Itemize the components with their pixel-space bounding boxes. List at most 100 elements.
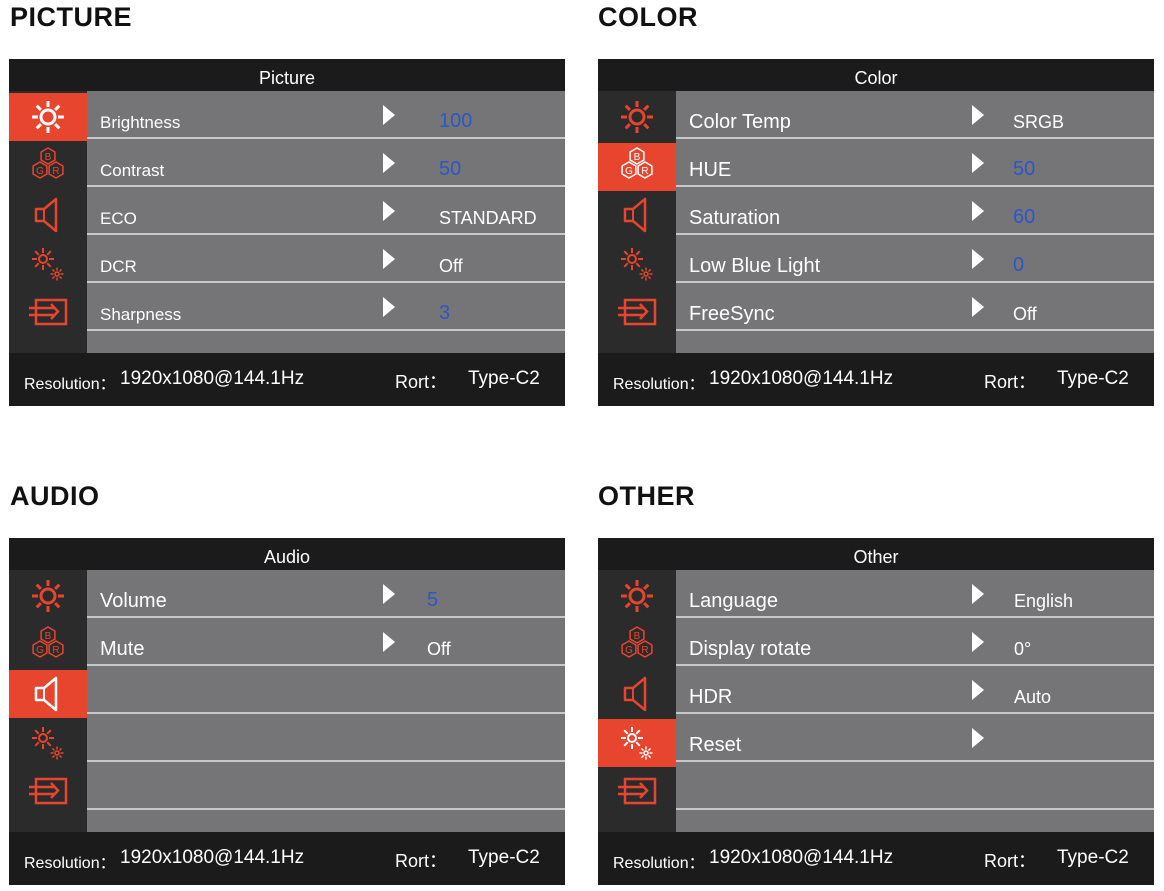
- menu-row[interactable]: Low Blue Light 0: [676, 235, 1154, 283]
- resolution-label: Resolution：: [24, 376, 116, 393]
- right-arrow-icon: [972, 584, 984, 604]
- sidebar-tab-sun[interactable]: [598, 572, 676, 620]
- menu-row-value: 0: [1013, 254, 1025, 276]
- sidebar-tab-rgb[interactable]: BGR: [9, 143, 87, 191]
- sidebar-tab-input-source[interactable]: [9, 767, 87, 815]
- osd-sidebar: BGR: [598, 570, 676, 832]
- sidebar-tab-input-source[interactable]: [598, 767, 676, 815]
- menu-row[interactable]: Reset: [676, 714, 1154, 762]
- osd-menu: Audio B G R Volume 5 Mute Off Resolution： 1920x10…: [9, 538, 565, 885]
- menu-row[interactable]: DCR Off: [87, 235, 565, 283]
- menu-row-value: SRGB: [1013, 112, 1065, 132]
- menu-row[interactable]: Volume 5: [87, 570, 565, 618]
- menu-row[interactable]: HDR Auto: [676, 666, 1154, 714]
- right-arrow-icon: [383, 249, 395, 269]
- menu-row[interactable]: FreeSync Off: [676, 283, 1154, 331]
- empty-row: [87, 714, 565, 762]
- menu-row[interactable]: Display rotate 0°: [676, 618, 1154, 666]
- osd-footer: Resolution： 1920x1080@144.1Hz Rort： Type-C2: [9, 353, 565, 406]
- speaker-icon: [619, 196, 655, 234]
- menu-row[interactable]: Saturation 60: [676, 187, 1154, 235]
- menu-row[interactable]: Contrast 50: [87, 139, 565, 187]
- menu-row[interactable]: ECO STANDARD: [87, 187, 565, 235]
- empty-row: [87, 762, 565, 810]
- menu-row[interactable]: Sharpness 3: [87, 283, 565, 331]
- right-arrow-icon: [972, 249, 984, 269]
- menu-row[interactable]: Mute Off: [87, 618, 565, 666]
- menu-row-label: Volume: [100, 590, 167, 612]
- menu-row[interactable]: HUE 50: [676, 139, 1154, 187]
- menu-row-value: Off: [427, 639, 451, 659]
- right-arrow-icon: [972, 201, 984, 221]
- input-source-icon: [27, 776, 69, 806]
- sidebar-tab-rgb[interactable]: BGR: [598, 622, 676, 670]
- menu-row[interactable]: Brightness 100: [87, 91, 565, 139]
- menu-row-label: Sharpness: [100, 305, 182, 324]
- rgb-icon: BGR: [30, 146, 66, 188]
- menu-row-label: Language: [689, 590, 778, 612]
- input-source-icon: [616, 297, 658, 327]
- osd-content: Brightness 100 Contrast 50 ECO STANDARD DCR Off…: [87, 91, 565, 353]
- sidebar-tab-settings-gear[interactable]: [9, 240, 87, 288]
- right-arrow-icon: [383, 297, 395, 317]
- osd-menu: Other B G R Language English Display rotate 0° H…: [598, 538, 1154, 885]
- menu-row-label: Color Temp: [689, 111, 791, 133]
- osd-sidebar: BGR: [9, 91, 87, 353]
- sidebar-tab-speaker[interactable]: [598, 670, 676, 718]
- svg-text:G: G: [625, 645, 633, 656]
- sidebar-tab-sun[interactable]: [598, 93, 676, 141]
- right-arrow-icon: [383, 105, 395, 125]
- port-label: Rort：: [984, 851, 1037, 871]
- resolution-label: Resolution：: [613, 376, 705, 393]
- right-arrow-icon: [383, 201, 395, 221]
- sidebar-tab-speaker[interactable]: [9, 191, 87, 239]
- sun-icon: [30, 99, 66, 135]
- sidebar-tab-settings-gear[interactable]: [598, 719, 676, 767]
- menu-row-value: 3: [439, 302, 451, 324]
- menu-row[interactable]: Language English: [676, 570, 1154, 618]
- sidebar-tab-input-source[interactable]: [598, 288, 676, 336]
- resolution-value: 1920x1080@144.1Hz: [120, 368, 305, 389]
- svg-text:B: B: [634, 631, 641, 642]
- sidebar-tab-sun[interactable]: [9, 572, 87, 620]
- menu-row[interactable]: Color Temp SRGB: [676, 91, 1154, 139]
- svg-text:G: G: [36, 645, 44, 656]
- sidebar-tab-settings-gear[interactable]: [9, 719, 87, 767]
- right-arrow-icon: [383, 632, 395, 652]
- menu-row-value: 5: [427, 589, 439, 611]
- menu-row-value: 50: [1013, 158, 1036, 180]
- sidebar-tab-input-source[interactable]: [9, 288, 87, 336]
- port-value: Type-C2: [1057, 847, 1129, 868]
- sidebar-tab-speaker[interactable]: [9, 670, 87, 718]
- port-label: Rort：: [984, 372, 1037, 392]
- osd-header-title: Picture: [9, 59, 565, 91]
- right-arrow-icon: [972, 153, 984, 173]
- osd-footer: Resolution： 1920x1080@144.1Hz Rort： Type-C2: [598, 832, 1154, 885]
- menu-row-label: Low Blue Light: [689, 255, 821, 277]
- menu-row-label: Reset: [689, 734, 742, 756]
- port-label: Rort：: [395, 372, 448, 392]
- section-title: COLOR: [598, 2, 698, 32]
- svg-text:G: G: [36, 166, 44, 177]
- right-arrow-icon: [972, 680, 984, 700]
- rgb-icon: BGR: [30, 625, 66, 667]
- sidebar-tab-sun[interactable]: [9, 93, 87, 141]
- osd-content: Language English Display rotate 0° HDR Auto Re…: [676, 570, 1154, 832]
- port-value: Type-C2: [468, 368, 540, 389]
- osd-sidebar: BGR: [9, 570, 87, 832]
- sidebar-tab-speaker[interactable]: [598, 191, 676, 239]
- osd-content: Volume 5 Mute Off: [87, 570, 565, 832]
- svg-text:R: R: [52, 166, 59, 177]
- svg-text:R: R: [641, 166, 648, 177]
- sidebar-tab-rgb[interactable]: BGR: [9, 622, 87, 670]
- menu-row-value: Auto: [1014, 687, 1052, 707]
- svg-text:R: R: [52, 645, 59, 656]
- sidebar-tab-settings-gear[interactable]: [598, 240, 676, 288]
- osd-header-title: Color: [598, 59, 1154, 91]
- osd-footer: Resolution： 1920x1080@144.1Hz Rort： Type-C2: [598, 353, 1154, 406]
- menu-row-label: ECO: [100, 209, 137, 228]
- sidebar-tab-rgb[interactable]: BGR: [598, 143, 676, 191]
- section-title: PICTURE: [10, 2, 133, 32]
- rgb-icon: BGR: [619, 625, 655, 667]
- osd-header-title: Other: [598, 538, 1154, 570]
